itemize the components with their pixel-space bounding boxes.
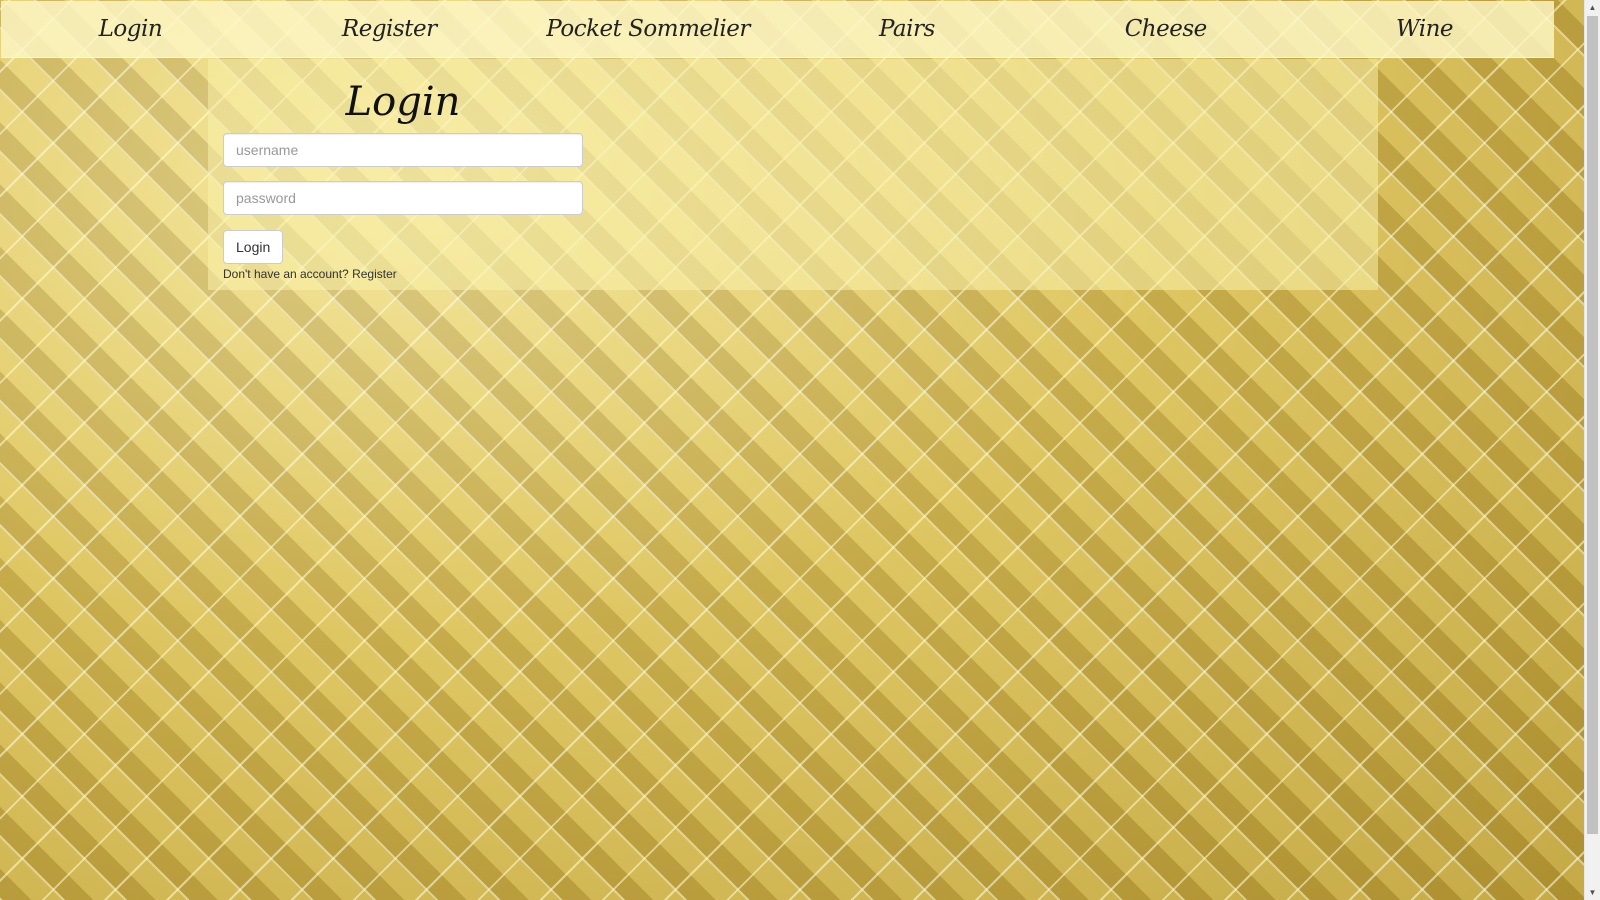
no-account-text: Don't have an account? — [223, 267, 349, 281]
nav-wine[interactable]: Wine — [1295, 16, 1554, 42]
page-title: Login — [345, 79, 461, 125]
nav-register[interactable]: Register — [260, 16, 519, 42]
scroll-up-icon[interactable]: ▲ — [1585, 0, 1600, 15]
nav-login[interactable]: Login — [1, 16, 260, 42]
login-form: Login Login Don't have an account? Regis… — [223, 59, 583, 281]
login-panel: Login Login Don't have an account? Regis… — [208, 59, 1378, 290]
scroll-thumb[interactable] — [1587, 16, 1598, 834]
top-navbar: Login Register Pocket Sommelier Pairs Ch… — [1, 1, 1554, 58]
vertical-scrollbar[interactable]: ▲ ▼ — [1584, 0, 1600, 900]
nav-cheese[interactable]: Cheese — [1036, 16, 1295, 42]
nav-pocket-sommelier[interactable]: Pocket Sommelier — [519, 16, 778, 42]
password-input[interactable] — [223, 181, 583, 215]
username-input[interactable] — [223, 133, 583, 167]
register-link[interactable]: Register — [352, 267, 397, 281]
nav-pairs[interactable]: Pairs — [777, 16, 1036, 42]
register-prompt: Don't have an account? Register — [223, 267, 583, 281]
scroll-down-icon[interactable]: ▼ — [1585, 885, 1600, 900]
login-button[interactable]: Login — [223, 230, 284, 264]
